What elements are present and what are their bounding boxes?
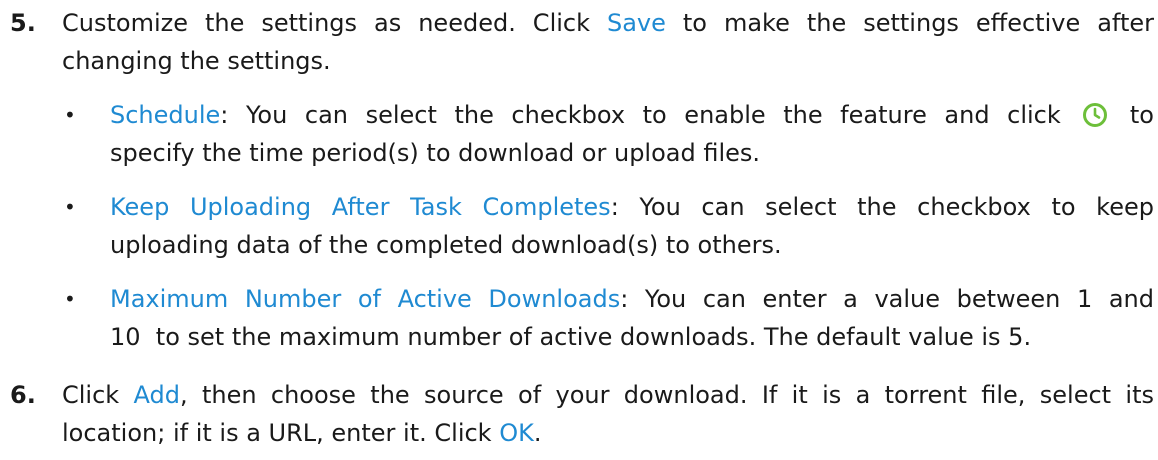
step-text: Customize the settings as needed. Click … (62, 4, 1154, 80)
bullet-line-2: uploading data of the completed download… (110, 231, 782, 259)
bullet-line-1: Keep Uploading After Task Completes: You… (110, 188, 1154, 226)
text-run: to (1112, 101, 1154, 129)
text-run: Click (62, 381, 134, 409)
step-text: Click Add, then choose the source of you… (62, 376, 1154, 452)
bullet-line-2: specify the time period(s) to download o… (110, 139, 761, 167)
bullet-line-1: Schedule: You can select the checkbox to… (110, 96, 1154, 134)
bullet-dot: • (64, 103, 76, 127)
schedule-label: Schedule (110, 101, 221, 129)
bullet-dot: • (64, 195, 76, 219)
step-number: 6. (10, 381, 36, 409)
bullet-text: Maximum Number of Active Downloads: You … (110, 280, 1154, 356)
text-run: : You can enter a value between 1 and (620, 285, 1154, 313)
step-number: 5. (10, 9, 36, 37)
document-page: 5. Customize the settings as needed. Cli… (0, 0, 1158, 460)
step-6-line-1: Click Add, then choose the source of you… (62, 376, 1154, 414)
step-5-line-1: Customize the settings as needed. Click … (62, 4, 1154, 42)
add-link: Add (133, 381, 180, 409)
bullet-dot: • (64, 287, 76, 311)
keep-uploading-label: Keep Uploading After Task Completes (110, 193, 611, 221)
save-link: Save (606, 9, 666, 37)
text-run: location; if it is a URL, enter it. Clic… (62, 419, 500, 447)
step-6-line-2: location; if it is a URL, enter it. Clic… (62, 414, 1154, 452)
ok-link: OK (499, 419, 534, 447)
text-run: Customize the settings as needed. Click (62, 9, 607, 37)
bullet-text: Keep Uploading After Task Completes: You… (110, 188, 1154, 264)
text-run: : You can select the checkbox to enable … (220, 101, 1079, 129)
clock-icon (1083, 103, 1108, 127)
max-downloads-label: Maximum Number of Active Downloads (110, 285, 621, 313)
text-run: : You can select the checkbox to keep (610, 193, 1154, 221)
bullet-line-2: 10 to set the maximum number of active d… (110, 323, 1032, 351)
text-run: to make the settings effective after (665, 9, 1154, 37)
text-run: , then choose the source of your downloa… (180, 381, 1154, 409)
text-run: . (533, 419, 542, 447)
bullet-text: Schedule: You can select the checkbox to… (110, 96, 1154, 172)
step-5-line-2: changing the settings. (62, 47, 331, 75)
bullet-line-1: Maximum Number of Active Downloads: You … (110, 280, 1154, 318)
